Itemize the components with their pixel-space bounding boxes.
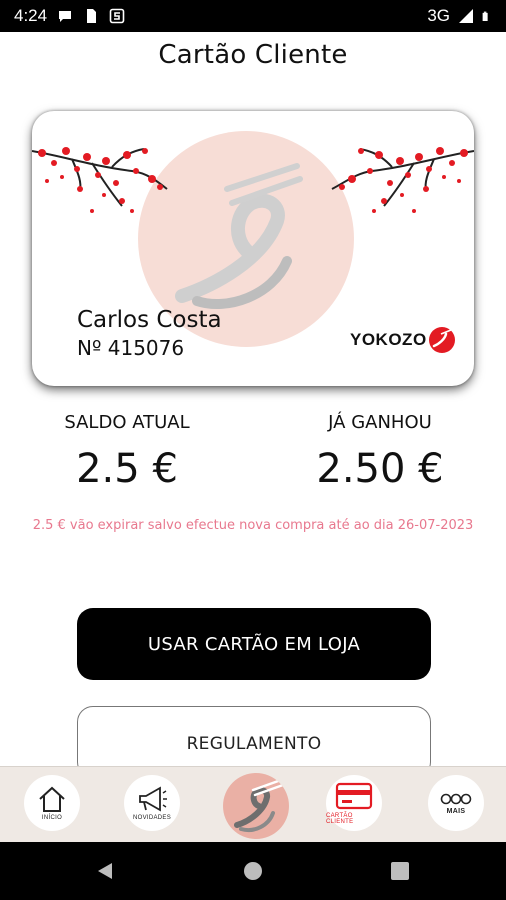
brand-logo: YOKOZO [350, 325, 457, 355]
s-app-icon [109, 8, 125, 24]
home-icon [39, 786, 65, 812]
nav-home[interactable]: INÍCIO [24, 775, 80, 831]
brand-name: YOKOZO [350, 330, 427, 349]
nav-home-label: INÍCIO [41, 815, 63, 821]
use-card-in-store-button[interactable]: USAR CARTÃO EM LOJA [77, 608, 431, 680]
battery-icon [482, 11, 488, 21]
loyalty-card: Carlos Costa Nº 415076 YOKOZO [32, 111, 474, 386]
current-balance-label: SALDO ATUAL [64, 412, 190, 433]
expiration-note: 2.5 € vão expirar salvo efectue nova com… [32, 518, 474, 533]
nav-more[interactable]: MAIS [428, 775, 484, 831]
home-button-icon[interactable] [244, 862, 262, 880]
card-holder-name: Carlos Costa [77, 307, 222, 333]
status-bar: 4:24 3G [0, 0, 506, 32]
signal-icon [459, 9, 473, 23]
megaphone-icon [139, 786, 167, 812]
current-balance-value: 2.5 € [76, 446, 178, 492]
nav-news[interactable]: NOVIDADES [124, 775, 180, 831]
chopsticks-logo-icon [234, 778, 285, 832]
nav-customer-card[interactable]: CARTÃO CLIENTE [326, 775, 382, 831]
card-number: Nº 415076 [77, 336, 185, 360]
chat-icon [59, 11, 72, 22]
back-icon[interactable] [98, 863, 112, 879]
android-nav-bar [0, 842, 506, 900]
bottom-nav: INÍCIO NOVIDADES CARTÃO CLIENTE MAIS [0, 766, 506, 842]
nav-more-label: MAIS [446, 807, 466, 815]
nav-news-label: NOVIDADES [132, 815, 172, 821]
earned-value: 2.50 € [316, 446, 444, 492]
status-time: 4:24 [14, 6, 48, 25]
brand-logo-icon [428, 327, 455, 353]
nav-home-logo[interactable] [223, 773, 289, 839]
sim-card-icon [87, 9, 97, 23]
recents-icon[interactable] [391, 862, 409, 880]
more-icon [440, 793, 472, 804]
network-type: 3G [427, 6, 450, 25]
nav-customer-card-label: CARTÃO CLIENTE [326, 813, 354, 825]
page-title: Cartão Cliente [158, 40, 348, 70]
earned-label: JÁ GANHOU [328, 412, 432, 433]
card-icon [335, 782, 373, 810]
